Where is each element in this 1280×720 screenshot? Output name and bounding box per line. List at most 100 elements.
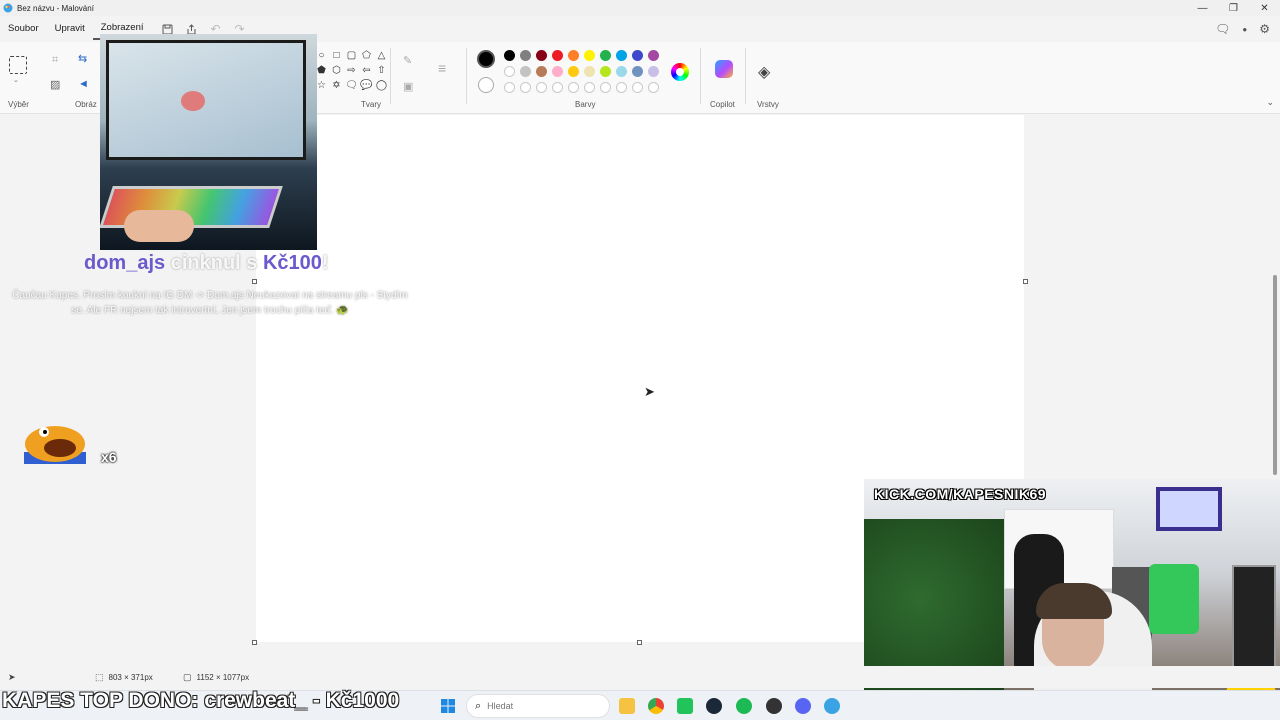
settings-icon[interactable]: ⚙ bbox=[1259, 22, 1270, 36]
primary-color-swatch[interactable] bbox=[477, 50, 495, 68]
menu-file[interactable]: Soubor bbox=[0, 18, 47, 40]
custom-color-slot[interactable] bbox=[600, 82, 611, 93]
rectangle-shape-icon[interactable]: □ bbox=[329, 49, 344, 62]
donation-suffix: ! bbox=[321, 252, 329, 274]
color-swatch[interactable] bbox=[536, 50, 547, 61]
group-label-select: Výběr bbox=[8, 100, 29, 109]
canvas-resize-handle-right[interactable] bbox=[1023, 279, 1028, 284]
color-swatch[interactable] bbox=[504, 66, 515, 77]
custom-color-slot[interactable] bbox=[536, 82, 547, 93]
app-icon[interactable] bbox=[766, 698, 782, 714]
color-swatch[interactable] bbox=[616, 50, 627, 61]
donation-user: dom_ajs bbox=[84, 252, 166, 274]
color-swatch[interactable] bbox=[616, 66, 627, 77]
fill-icon[interactable]: ▣ bbox=[403, 80, 413, 93]
color-swatch[interactable] bbox=[584, 50, 595, 61]
secondary-color-swatch[interactable] bbox=[478, 77, 494, 93]
color-swatch[interactable] bbox=[568, 50, 579, 61]
stroke-size-icon[interactable]: ≡ bbox=[438, 60, 446, 76]
canvas-resize-handle-bottom[interactable] bbox=[637, 640, 642, 645]
color-swatch[interactable] bbox=[520, 66, 531, 77]
account-icon[interactable]: ● bbox=[1242, 25, 1247, 34]
color-swatch[interactable] bbox=[520, 50, 531, 61]
callout-rect-shape-icon[interactable]: 🗨 bbox=[344, 79, 359, 92]
color-swatch[interactable] bbox=[552, 66, 563, 77]
custom-color-slot[interactable] bbox=[568, 82, 579, 93]
basketball-hoop bbox=[1156, 487, 1222, 531]
arrow-up-shape-icon[interactable]: ⇧ bbox=[374, 64, 389, 77]
color-swatch[interactable] bbox=[600, 66, 611, 77]
color-swatch[interactable] bbox=[584, 66, 595, 77]
color-swatch[interactable] bbox=[632, 66, 643, 77]
canvas-resize-handle-bottom-left[interactable] bbox=[252, 640, 257, 645]
crop-icon[interactable]: ⌗ bbox=[52, 54, 58, 67]
custom-color-slot[interactable] bbox=[584, 82, 595, 93]
outline-icon[interactable]: ✎ bbox=[403, 54, 412, 67]
triangle-shape-icon[interactable]: △ bbox=[374, 49, 389, 62]
shapes-gallery: ○ □ ▢ ⬠ △ ⬟ ⬡ ⇨ ⇦ ⇧ ☆ ✡ 🗨 💬 ◯ bbox=[314, 49, 389, 92]
resize-icon[interactable]: ⇆ bbox=[78, 52, 87, 65]
custom-color-slot[interactable] bbox=[632, 82, 643, 93]
spotify-icon[interactable] bbox=[736, 698, 752, 714]
xbox-icon[interactable] bbox=[677, 698, 693, 714]
minimize-icon: — bbox=[1197, 2, 1208, 14]
custom-color-slot[interactable] bbox=[520, 82, 531, 93]
group-label-image: Obráz bbox=[75, 100, 97, 109]
copilot-icon[interactable] bbox=[715, 60, 733, 78]
polygon-shape-icon[interactable]: ⬠ bbox=[359, 49, 374, 62]
color-swatch[interactable] bbox=[552, 50, 563, 61]
rounded-rectangle-shape-icon[interactable]: ▢ bbox=[344, 49, 359, 62]
selection-icon: ⬚ bbox=[95, 671, 104, 682]
scrollbar-thumb[interactable] bbox=[1273, 275, 1277, 475]
callout-cloud-shape-icon[interactable]: ◯ bbox=[374, 79, 389, 92]
color-swatch[interactable] bbox=[536, 66, 547, 77]
collapse-ribbon-icon[interactable]: ⌄ bbox=[1266, 97, 1274, 108]
taskbar-search[interactable]: ⌕ bbox=[466, 694, 610, 718]
title-bar: Bez názvu - Malování — ❐ ✕ bbox=[0, 0, 1280, 16]
pointer-position: ➤ bbox=[8, 672, 16, 683]
arrow-left-shape-icon[interactable]: ⇦ bbox=[359, 64, 374, 77]
canvas-resize-handle-left[interactable] bbox=[252, 279, 257, 284]
custom-color-slot[interactable] bbox=[648, 82, 659, 93]
minimize-button[interactable]: — bbox=[1187, 0, 1218, 16]
search-input[interactable] bbox=[487, 701, 598, 711]
custom-color-slot[interactable] bbox=[616, 82, 627, 93]
announcement-icon[interactable]: 🗨 bbox=[1215, 22, 1230, 36]
green-jersey bbox=[1149, 564, 1199, 634]
menu-edit[interactable]: Upravit bbox=[47, 18, 93, 40]
paint-icon[interactable] bbox=[824, 698, 840, 714]
star6-shape-icon[interactable]: ✡ bbox=[329, 79, 344, 92]
steam-icon[interactable] bbox=[706, 698, 722, 714]
rotate-icon[interactable]: ◄ bbox=[78, 78, 89, 90]
kick-url-label: KICK.COM/KAPESNIK69 bbox=[874, 486, 1047, 502]
discord-icon[interactable] bbox=[795, 698, 811, 714]
color-swatch[interactable] bbox=[568, 66, 579, 77]
chevron-down-icon[interactable]: ⌄ bbox=[13, 76, 19, 84]
hexagon-shape-icon[interactable]: ⬡ bbox=[329, 64, 344, 77]
callout-oval-shape-icon[interactable]: 💬 bbox=[359, 79, 374, 92]
donation-message: Čaučau Kapes. Prosím koukni na IG DM -> … bbox=[12, 290, 408, 316]
game-character bbox=[181, 91, 205, 111]
start-icon[interactable] bbox=[440, 698, 456, 714]
image-tool-icon[interactable]: ▨ bbox=[50, 78, 60, 91]
arrow-right-shape-icon[interactable]: ⇨ bbox=[344, 64, 359, 77]
close-button[interactable]: ✕ bbox=[1249, 0, 1280, 16]
window-title: Bez názvu - Malování bbox=[17, 3, 94, 13]
color-swatch[interactable] bbox=[632, 50, 643, 61]
color-swatch[interactable] bbox=[504, 50, 515, 61]
custom-color-slot[interactable] bbox=[552, 82, 563, 93]
file-explorer-icon[interactable] bbox=[619, 698, 635, 714]
custom-color-slot[interactable] bbox=[504, 82, 515, 93]
chrome-icon[interactable] bbox=[648, 698, 664, 714]
top-donation-ticker: KAPES TOP DONO: crewbeat_ - Kč1000 bbox=[2, 689, 400, 712]
mouse-cursor-icon: ➤ bbox=[644, 384, 655, 399]
layers-icon[interactable]: ◈ bbox=[758, 62, 770, 82]
donation-video bbox=[100, 34, 317, 250]
color-swatch[interactable] bbox=[648, 50, 659, 61]
donation-amount: Kč100 bbox=[262, 252, 322, 274]
color-swatch[interactable] bbox=[600, 50, 611, 61]
select-rectangle-icon[interactable] bbox=[9, 56, 27, 74]
color-swatch[interactable] bbox=[648, 66, 659, 77]
edit-colors-icon[interactable] bbox=[671, 63, 689, 81]
restore-button[interactable]: ❐ bbox=[1218, 0, 1249, 16]
